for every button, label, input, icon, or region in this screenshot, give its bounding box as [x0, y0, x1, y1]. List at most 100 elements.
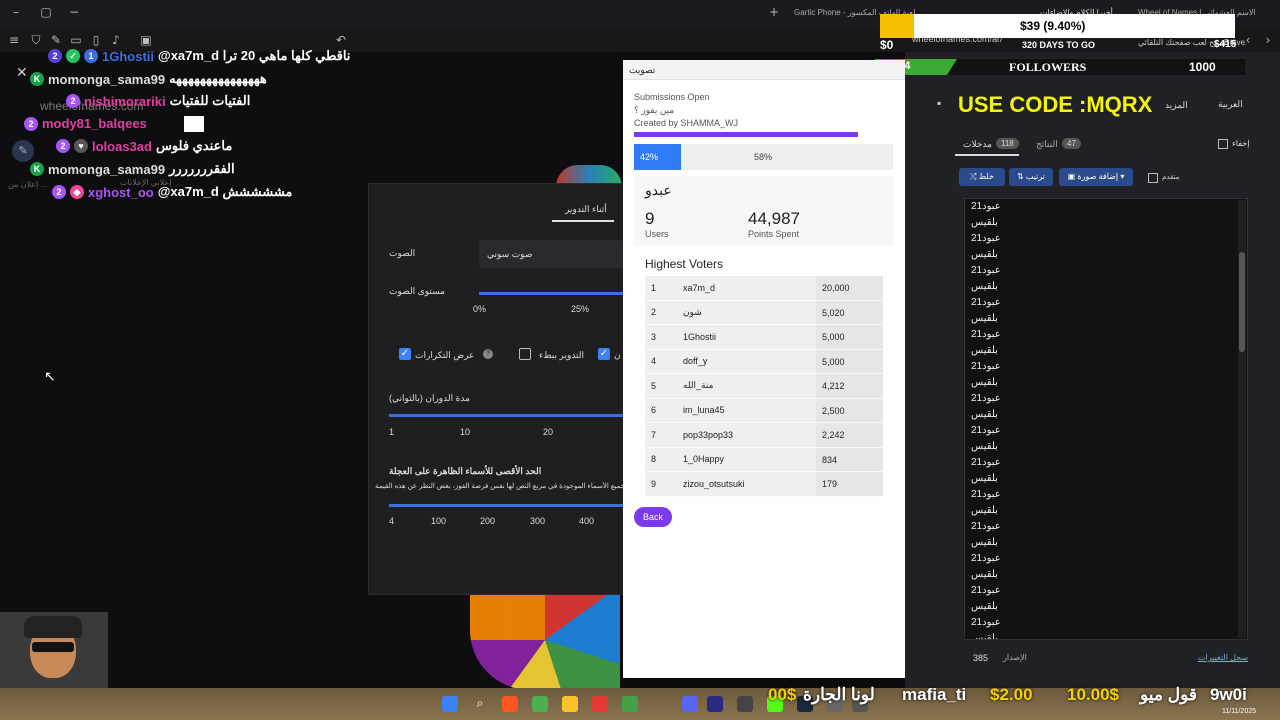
close-icon[interactable]: − — [66, 4, 82, 20]
shuffle-button[interactable]: ⤮ خلط — [959, 168, 1005, 186]
windows-start-icon[interactable] — [442, 696, 458, 712]
volume-label: مستوى الصوت — [389, 286, 445, 296]
voter-name: xa7m_d — [683, 282, 716, 293]
changelog-link[interactable]: سجل التغييرات — [1198, 653, 1248, 662]
edit-icon[interactable]: ✎ — [12, 140, 34, 162]
new-tab-icon[interactable]: + — [766, 4, 782, 20]
voter-name: im_luna45 — [683, 405, 725, 416]
poll-timer-bar — [634, 132, 858, 137]
voter-rank: 1 — [651, 282, 657, 293]
chat-username[interactable]: xghost_oo — [88, 185, 154, 200]
table-row: 2 شون 5,020 — [645, 300, 883, 325]
chat-username[interactable]: 1Ghostii — [102, 49, 154, 64]
obs-icon[interactable] — [737, 696, 753, 712]
premiere-icon[interactable] — [707, 696, 723, 712]
chat-message: 2 mody81_balqees — [24, 116, 204, 132]
brave-icon[interactable] — [502, 696, 518, 712]
ticker-name-4: 9w0i — [1210, 685, 1247, 704]
entries-textarea[interactable]: عبود21 بلقيس عبود21 بلقيس عبود21 بلقيس عبود21 ب… — [964, 198, 1248, 640]
language-select[interactable]: العربية — [1218, 99, 1243, 110]
donation-start: $0 — [880, 38, 894, 52]
chrome-icon[interactable] — [532, 696, 548, 712]
donation-progress-fill — [880, 14, 914, 38]
max-tick-100: 100 — [431, 516, 447, 526]
tab-entries[interactable]: مدخلات — [963, 139, 992, 150]
help-icon[interactable]: ? — [483, 349, 493, 359]
tab-while-spinning[interactable]: أثناء التدوير — [565, 204, 607, 215]
folder-icon[interactable] — [562, 696, 578, 712]
chat-username[interactable]: nishimorariki — [84, 94, 166, 109]
chat-text: الفتيات للفتيات — [169, 93, 251, 108]
promo-code: USE CODE :MQRX — [958, 92, 1153, 117]
hide-checkbox[interactable] — [1218, 139, 1228, 149]
taskbar: ⌕ لونا الجارة 00$ mafia_ti $2.00 10.00$ … — [0, 685, 1280, 720]
add-image-button[interactable]: ▣ إضافة صورة ▾ — [1059, 168, 1133, 186]
bg-ad-text-2: إعلان من ... — [8, 180, 48, 189]
voter-points: 5,000 — [816, 349, 883, 373]
chat-username[interactable]: mody81_balqees — [42, 116, 147, 131]
chat-username[interactable]: loloas3ad — [92, 139, 152, 154]
settings-dialog: أثناء التدوير الصوت صوت سوني مستوى الصوت… — [368, 183, 625, 595]
sunglasses-icon — [32, 642, 74, 652]
poll-status: Submissions Open — [634, 92, 710, 102]
table-row: 4 doff_y 5,000 — [645, 349, 883, 374]
entry-line: عبود21 — [971, 585, 1001, 596]
save-icon[interactable]: ▪ — [937, 96, 941, 110]
opera-icon[interactable] — [592, 696, 608, 712]
tab-results[interactable]: النتائج — [1036, 139, 1058, 150]
table-row: 7 pop33pop33 2,242 — [645, 423, 883, 448]
followers-goal-bar: 244 FOLLOWERS 1000 — [865, 59, 1245, 75]
entries-scrollbar[interactable] — [1238, 200, 1246, 638]
voter-rank: 9 — [651, 478, 657, 489]
sound-label: الصوت — [389, 248, 416, 258]
emote-image — [184, 116, 204, 132]
scrollbar-thumb[interactable] — [1239, 252, 1245, 352]
minimize-icon[interactable]: – — [8, 4, 24, 20]
max-tick-400: 400 — [579, 516, 595, 526]
discord-icon[interactable] — [682, 696, 698, 712]
voter-rank: 6 — [651, 405, 657, 416]
music-icon[interactable]: ♪ — [108, 32, 124, 48]
spin-duration-slider[interactable] — [389, 414, 625, 417]
sound-select[interactable]: صوت سوني — [479, 240, 625, 268]
back-arrow-icon[interactable]: ‹ — [1240, 32, 1256, 48]
voter-points: 5,000 — [816, 325, 883, 349]
menu-icon[interactable]: ≡ — [6, 32, 22, 48]
volume-tick-25: 25% — [571, 304, 590, 314]
more-menu[interactable]: المزيد — [1165, 100, 1188, 111]
app-icon[interactable] — [622, 696, 638, 712]
advanced-checkbox[interactable] — [1148, 173, 1158, 183]
show-duplicates-checkbox[interactable]: ✓ — [399, 348, 411, 360]
sort-button[interactable]: ⇅ ترتيب — [1009, 168, 1053, 186]
volume-slider[interactable] — [479, 292, 625, 295]
forward-arrow-icon[interactable]: › — [1260, 32, 1276, 48]
chat-username[interactable]: momonga_sama99 — [48, 72, 165, 87]
sidebar-icon[interactable]: ▯ — [88, 32, 104, 48]
entry-line: عبود21 — [971, 617, 1001, 628]
voter-rank: 8 — [651, 454, 657, 465]
back-button[interactable]: Back — [634, 507, 672, 527]
pin-icon[interactable]: ✎ — [48, 32, 64, 48]
chat-username[interactable]: momonga_sama99 — [48, 162, 165, 177]
table-row: 1 xa7m_d 20,000 — [645, 276, 883, 301]
kick-badge-icon: K — [30, 72, 44, 86]
voter-name: شون — [683, 306, 702, 317]
shield-icon[interactable]: ⛉ — [28, 32, 44, 48]
sort-label: ترتيب — [1025, 172, 1046, 181]
tabs-icon[interactable]: ▭ — [68, 32, 84, 48]
window-icon[interactable]: ▣ — [138, 32, 154, 48]
wheel-bottom-fragment[interactable] — [470, 590, 620, 690]
restore-icon[interactable]: ▢ — [38, 4, 54, 20]
shuffle-icon: ⤮ — [970, 172, 979, 181]
slow-spin-checkbox[interactable] — [519, 348, 531, 360]
poll-question: مين يفوز ؟ — [634, 105, 675, 115]
close-x-icon[interactable]: ✕ — [16, 64, 28, 81]
max-names-slider[interactable] — [389, 504, 625, 507]
option3-checkbox[interactable]: ✓ — [598, 348, 610, 360]
entry-line: بلقيس — [971, 633, 998, 640]
undo-icon[interactable]: ↶ — [333, 32, 349, 48]
poll-option-b-pct: 58% — [754, 152, 773, 162]
search-icon[interactable]: ⌕ — [472, 696, 488, 712]
entry-line: عبود21 — [971, 233, 1001, 244]
max-names-label: الحد الأقصى للأسماء الظاهرة على العجلة — [389, 466, 542, 476]
